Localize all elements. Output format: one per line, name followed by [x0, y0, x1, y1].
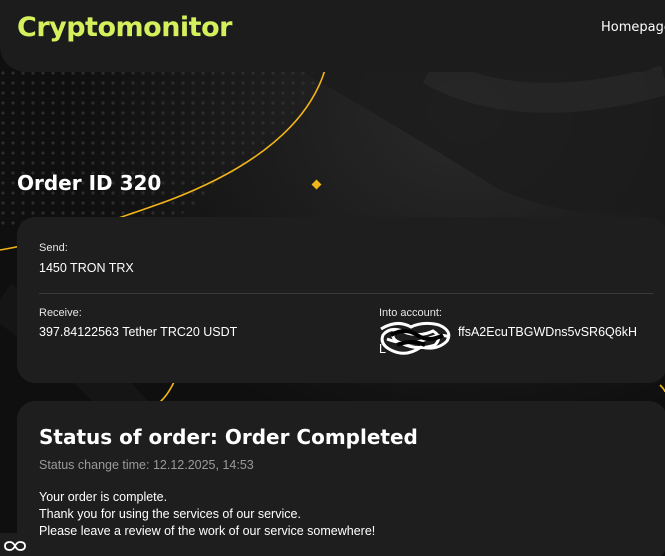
- order-details-card: Send: 1450 TRON TRX Receive: 397.8412256…: [17, 217, 665, 383]
- page-title: Order ID 320: [17, 171, 162, 195]
- receive-label: Receive:: [39, 307, 82, 319]
- infinity-icon: [4, 540, 26, 551]
- status-message-line-1: Your order is complete.: [39, 490, 168, 504]
- send-label: Send:: [39, 242, 68, 254]
- send-value: 1450 TRON TRX: [39, 261, 134, 275]
- account-value: ffsA2EcuTBGWDns5vSR6Q6kH: [458, 325, 637, 339]
- order-status-card: Status of order: Order Completed Status …: [17, 401, 665, 556]
- floating-widget-button[interactable]: [0, 533, 30, 556]
- status-message-line-2: Thank you for using the services of our …: [39, 507, 301, 521]
- redaction-scribble: [380, 321, 451, 355]
- nav-homepage-link[interactable]: Homepage: [601, 20, 665, 35]
- status-change-time: Status change time: 12.12.2025, 14:53: [39, 458, 254, 472]
- status-message-line-3: Please leave a review of the work of our…: [39, 524, 376, 538]
- site-header: Cryptomonitor Homepage: [0, 0, 665, 72]
- status-title: Status of order: Order Completed: [39, 425, 418, 449]
- site-logo[interactable]: Cryptomonitor: [17, 12, 232, 43]
- divider: [39, 293, 653, 294]
- receive-value: 397.84122563 Tether TRC20 USDT: [39, 325, 238, 339]
